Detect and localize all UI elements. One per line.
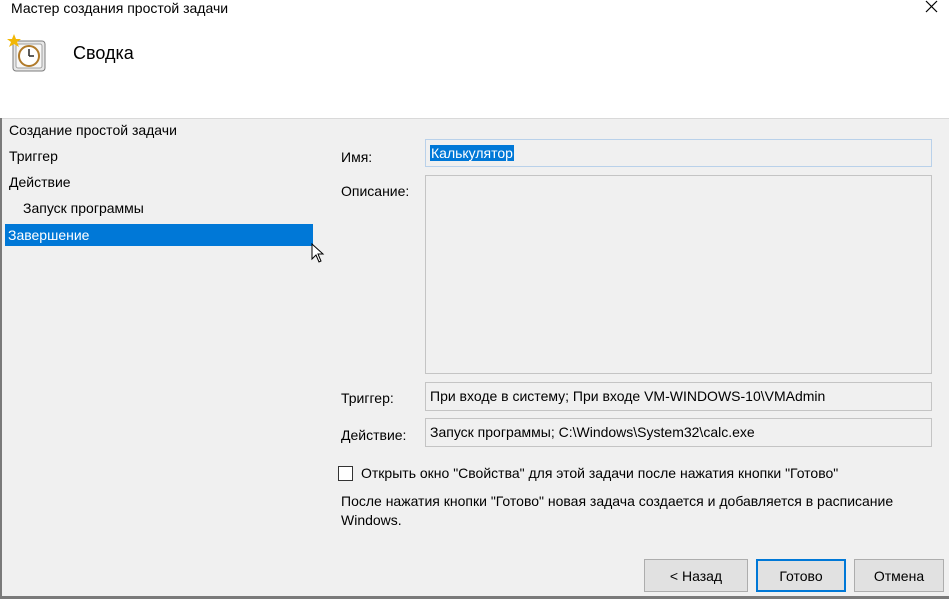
info-note: После нажатия кнопки "Готово" новая зада… [341, 493, 894, 528]
task-scheduler-wizard-icon [7, 34, 46, 72]
name-field[interactable]: Калькулятор [425, 139, 932, 167]
open-properties-label[interactable]: Открыть окно "Свойства" для этой задачи … [361, 465, 838, 481]
name-label: Имя: [341, 149, 373, 165]
action-label: Действие: [341, 427, 407, 443]
name-value: Калькулятор [430, 145, 514, 161]
mouse-cursor-icon [311, 243, 325, 263]
description-label: Описание: [341, 183, 410, 199]
title-bar: Мастер создания простой задачи [0, 0, 949, 26]
trigger-label: Триггер: [341, 390, 394, 406]
step-finish: Завершение [5, 224, 313, 246]
step-create-simple-task: Создание простой задачи [9, 122, 177, 138]
page-title: Сводка [73, 43, 134, 63]
open-properties-checkbox[interactable] [338, 466, 353, 481]
cancel-button[interactable]: Отмена [854, 559, 944, 592]
back-button[interactable]: < Назад [644, 559, 748, 592]
description-field[interactable] [425, 175, 932, 374]
finish-button[interactable]: Готово [756, 559, 846, 592]
step-action: Действие [9, 174, 71, 190]
window-border-left [0, 118, 2, 599]
action-field: Запуск программы; C:\Windows\System32\ca… [425, 418, 932, 447]
window-title: Мастер создания простой задачи [11, 0, 229, 16]
trigger-field: При входе в систему; При входе VM-WINDOW… [425, 382, 932, 411]
close-icon[interactable] [918, 0, 944, 19]
wizard-header: Сводка [0, 26, 949, 119]
step-trigger: Триггер [9, 148, 58, 164]
step-start-program: Запуск программы [23, 200, 144, 216]
